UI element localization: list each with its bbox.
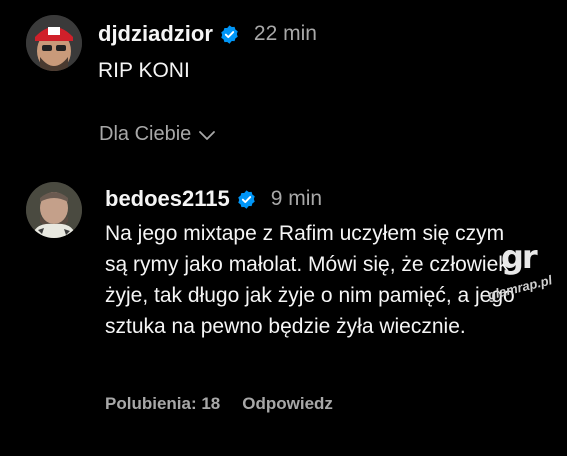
comments-filter-dropdown[interactable]: Dla Ciebie	[99, 123, 216, 146]
reply-button[interactable]: Odpowiedz	[242, 394, 333, 414]
post-timestamp: 22 min	[253, 22, 317, 45]
reply-actions: Polubienia: 18 Odpowiedz	[105, 394, 333, 414]
reply-username[interactable]: bedoes2115	[105, 186, 230, 212]
post-header: djdziadzior 22 min	[98, 21, 317, 47]
reply-author-avatar[interactable]	[26, 182, 82, 238]
watermark-text: glamrap.pl	[486, 272, 554, 303]
verified-badge-icon	[221, 24, 238, 44]
post-username[interactable]: djdziadzior	[98, 21, 213, 47]
reply-header: bedoes2115 9 min	[105, 186, 322, 212]
post-author-avatar[interactable]	[26, 15, 82, 71]
avatar-image-icon	[26, 182, 82, 238]
watermark-logo-mark: gr	[501, 238, 538, 276]
watermark-logo: gr glamrap.pl	[486, 238, 565, 308]
reply-timestamp: 9 min	[270, 187, 323, 210]
verified-badge-icon	[238, 189, 255, 209]
filter-label: Dla Ciebie	[99, 123, 192, 145]
reply-text: Na jego mixtape z Rafim uczyłem się czym…	[105, 222, 515, 338]
chevron-down-icon	[199, 130, 216, 140]
avatar-image-icon	[26, 15, 82, 71]
post-text: RIP KONI	[98, 59, 190, 82]
likes-count-button[interactable]: Polubienia: 18	[105, 394, 220, 414]
